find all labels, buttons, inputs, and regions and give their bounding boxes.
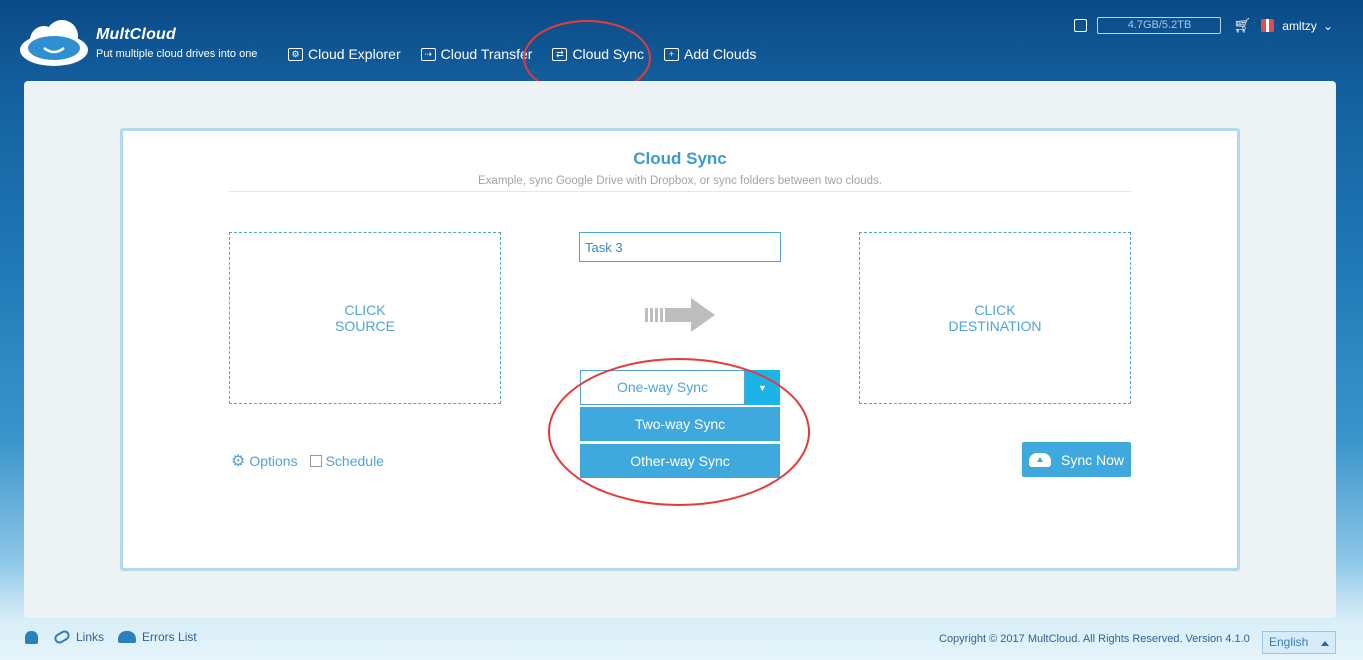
nav-cloud-transfer-label: Cloud Transfer — [440, 46, 533, 62]
nav-cloud-sync-label: Cloud Sync — [572, 46, 645, 62]
nav-cloud-sync[interactable]: ⇄ Cloud Sync — [552, 46, 644, 62]
sync-now-label: Sync Now — [1060, 451, 1125, 468]
gear-icon[interactable]: ⚙ — [231, 451, 245, 471]
nav-add-clouds-label: Add Clouds — [684, 46, 757, 62]
dropdown-toggle[interactable]: ▼ — [745, 370, 780, 405]
caret-up-icon — [1321, 641, 1329, 646]
storage-usage: 4.7GB/5.2TB — [1097, 17, 1222, 34]
sync-now-button[interactable]: Sync Now — [1022, 442, 1131, 477]
language-value: English — [1269, 635, 1309, 649]
sync-settings: ⚙ Options Schedule — [231, 451, 384, 471]
sync-icon: ⇄ — [552, 47, 568, 61]
nav-cloud-transfer[interactable]: ⇢ Cloud Transfer — [420, 46, 533, 62]
chevron-down-icon[interactable]: ⌄ — [1323, 19, 1333, 33]
sync-mode-select[interactable]: One-way Sync ▼ — [580, 370, 780, 405]
logo-tagline: Put multiple cloud drives into one — [96, 48, 258, 60]
errors-list-button[interactable]: Errors List — [118, 630, 197, 644]
destination-label-line2: DESTINATION — [948, 318, 1042, 334]
cart-icon[interactable]: 🛒︎ — [1233, 17, 1251, 34]
cloud-upload-icon — [1028, 452, 1051, 467]
logo-name: MultCloud — [96, 26, 176, 43]
links-button[interactable]: Links — [52, 628, 105, 646]
footer-links: Links Errors List — [25, 628, 211, 646]
gift-icon[interactable] — [1261, 19, 1275, 32]
option-other-way-sync[interactable]: Other-way Sync — [580, 444, 780, 478]
user-menu[interactable]: amltzy — [1282, 19, 1317, 33]
arrow-right-icon — [645, 298, 715, 332]
cloud-logo-icon — [20, 20, 88, 66]
add-icon: + — [664, 47, 680, 61]
errors-list-label: Errors List — [142, 630, 197, 644]
divider — [228, 191, 1132, 192]
task-name-input[interactable] — [579, 232, 781, 262]
option-two-way-sync[interactable]: Two-way Sync — [580, 407, 780, 441]
statistics-icon[interactable] — [1074, 19, 1088, 32]
link-icon — [52, 628, 72, 646]
source-label-line1: CLICK — [344, 302, 386, 318]
language-select[interactable]: English — [1262, 631, 1336, 654]
options-link[interactable]: Options — [249, 453, 297, 469]
explorer-icon: ⚙ — [288, 47, 303, 61]
main-nav: ⚙ Cloud Explorer ⇢ Cloud Transfer ⇄ Clou… — [288, 46, 776, 62]
nav-add-clouds[interactable]: + Add Clouds — [664, 46, 756, 62]
account-bar: 4.7GB/5.2TB 🛒︎ amltzy ⌄ — [1074, 17, 1333, 34]
destination-selector[interactable]: CLICK DESTINATION — [859, 232, 1131, 404]
logo[interactable]: MultCloud Put multiple cloud drives into… — [18, 18, 257, 68]
caret-down-icon: ▼ — [758, 382, 767, 393]
links-label: Links — [76, 630, 105, 644]
source-label-line2: SOURCE — [335, 318, 395, 334]
page-title: Cloud Sync — [633, 149, 727, 168]
schedule-checkbox[interactable] — [309, 455, 322, 467]
sync-mode-value: One-way Sync — [580, 370, 745, 405]
nav-cloud-explorer[interactable]: ⚙ Cloud Explorer — [288, 46, 401, 62]
copyright: Copyright © 2017 MultCloud. All Rights R… — [939, 633, 1250, 645]
destination-label-line1: CLICK — [974, 302, 1016, 318]
bell-icon[interactable] — [25, 630, 38, 644]
cloud-error-icon — [118, 631, 137, 643]
transfer-icon: ⇢ — [420, 47, 436, 61]
source-selector[interactable]: CLICK SOURCE — [229, 232, 501, 404]
page-subtitle: Example, sync Google Drive with Dropbox,… — [478, 175, 882, 187]
nav-cloud-explorer-label: Cloud Explorer — [308, 46, 401, 62]
schedule-label[interactable]: Schedule — [326, 453, 384, 469]
cloud-sync-card: Cloud Sync Example, sync Google Drive wi… — [120, 128, 1240, 571]
